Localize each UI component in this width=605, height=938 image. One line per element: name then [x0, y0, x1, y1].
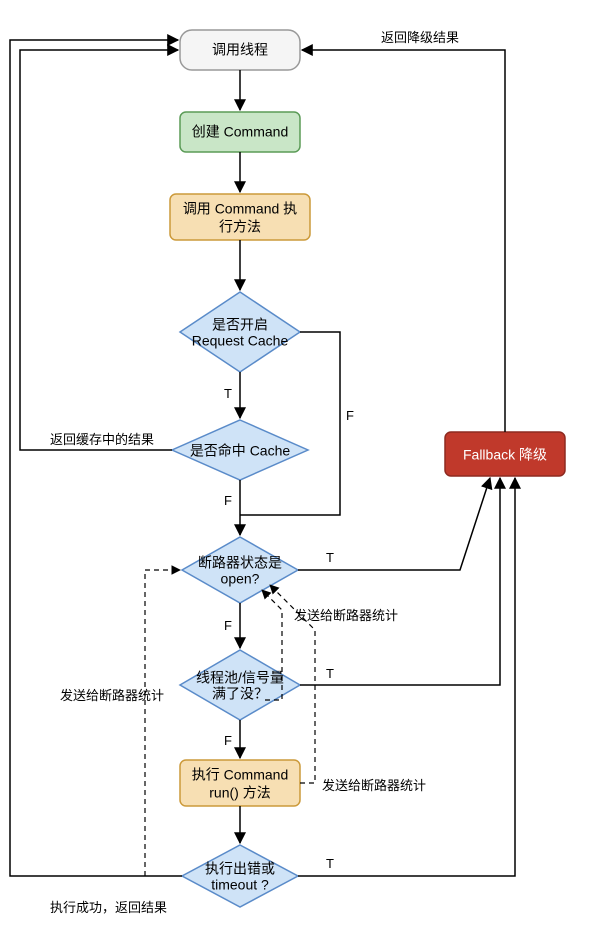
node-run: 执行 Command run() 方法 [180, 760, 300, 806]
edge-label-F-2: F [224, 493, 232, 508]
label-success-return: 执行成功，返回结果 [50, 900, 167, 915]
edge-label-F-4: F [224, 733, 232, 748]
node-circuit-open: 断路器状态是 open? [182, 537, 298, 603]
edge-stats-3 [145, 570, 180, 876]
node-create-label: 创建 Command [192, 124, 288, 140]
node-cache-hit: 是否命中 Cache [172, 420, 308, 480]
node-cache-hit-label: 是否命中 Cache [190, 443, 291, 459]
edge-fallback-start [302, 50, 505, 432]
label-stats-3: 发送给断路器统计 [60, 688, 164, 703]
node-error: 执行出错或 timeout ? [182, 845, 298, 907]
node-circuit-l2: open? [221, 571, 260, 587]
node-fallback-label: Fallback 降级 [463, 447, 547, 463]
node-fallback: Fallback 降级 [445, 432, 565, 476]
node-invoke-l2: 行方法 [219, 219, 261, 235]
node-circuit-l1: 断路器状态是 [198, 555, 282, 571]
node-cache-enabled-l2: Request Cache [192, 333, 289, 349]
edge-label-F-3: F [224, 618, 232, 633]
node-start-label: 调用线程 [212, 42, 268, 58]
label-stats-2: 发送给断路器统计 [322, 778, 426, 793]
node-invoke-l1: 调用 Command 执 [183, 201, 297, 217]
edge-pool-fallback [300, 478, 500, 685]
node-run-l1: 执行 Command [192, 767, 288, 783]
edge-label-T-3: T [326, 666, 334, 681]
edge-label-T-2: T [326, 550, 334, 565]
label-stats-1: 发送给断路器统计 [294, 608, 398, 623]
edge-label-F-1: F [346, 408, 354, 423]
edge-label-T-4: T [326, 856, 334, 871]
label-cachehit-return: 返回缓存中的结果 [50, 432, 154, 447]
node-cache-enabled: 是否开启 Request Cache [180, 292, 300, 372]
node-start: 调用线程 [180, 30, 300, 70]
node-cache-enabled-l1: 是否开启 [212, 317, 268, 333]
node-invoke: 调用 Command 执 行方法 [170, 194, 310, 240]
node-pool-l2: 满了没？ [212, 686, 268, 702]
node-run-l2: run() 方法 [209, 785, 270, 801]
edge-label-T-1: T [224, 386, 232, 401]
label-return-fallback: 返回降级结果 [381, 30, 459, 45]
edge-success-return [10, 40, 182, 876]
node-error-l2: timeout ? [211, 877, 269, 893]
node-create: 创建 Command [180, 112, 300, 152]
node-error-l1: 执行出错或 [205, 861, 275, 877]
edge-cachehit-return [20, 50, 178, 450]
node-pool-l1: 线程池/信号量 [196, 670, 284, 686]
